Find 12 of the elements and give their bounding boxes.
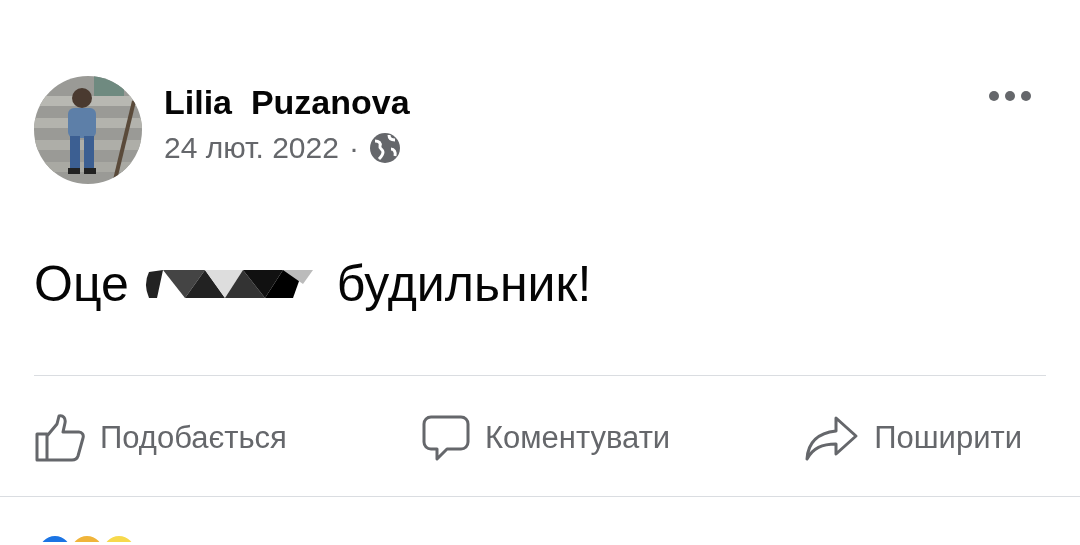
- post-date[interactable]: 24 лют. 2022: [164, 130, 339, 166]
- post-text: будильник!: [336, 255, 592, 314]
- thumbs-up-icon: [34, 414, 86, 462]
- post-text: Оце: [34, 255, 129, 314]
- comment-button[interactable]: Коментувати: [420, 414, 671, 462]
- author-name[interactable]: Lilia Puzanova: [164, 82, 966, 122]
- speech-bubble-icon: [420, 414, 471, 462]
- globe-icon: [368, 132, 401, 164]
- like-button[interactable]: Подобається: [34, 414, 287, 462]
- separator-dot: ·: [348, 130, 359, 166]
- more-options-icon[interactable]: [988, 90, 1032, 102]
- share-button[interactable]: Поширити: [804, 414, 1022, 462]
